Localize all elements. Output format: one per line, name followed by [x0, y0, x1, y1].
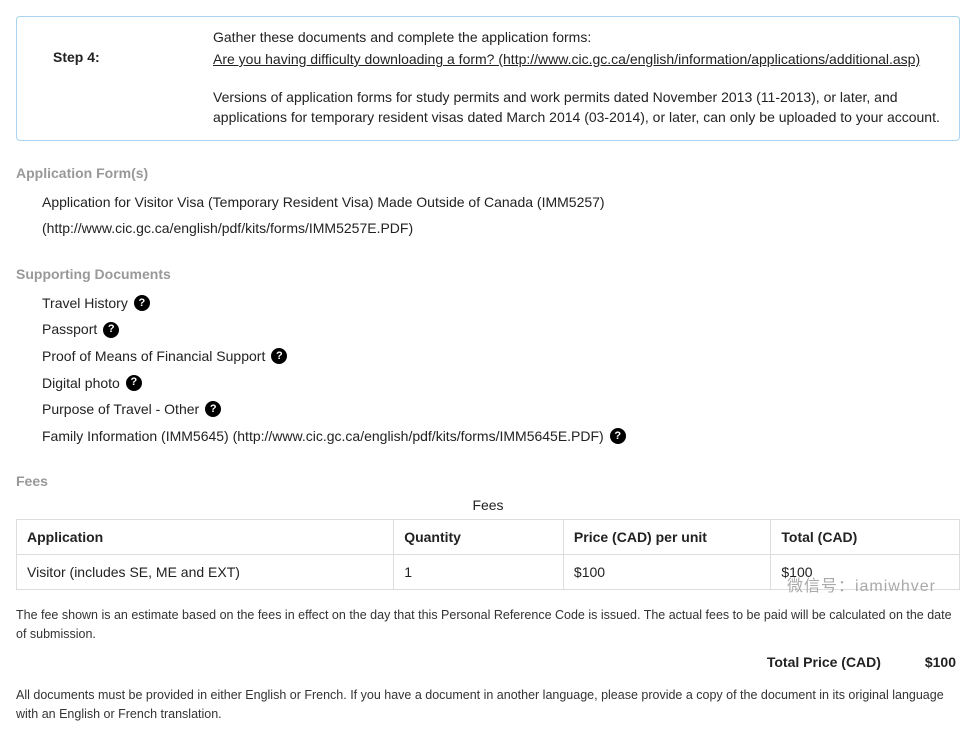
help-icon[interactable]: ? [610, 428, 626, 444]
gather-instruction: Gather these documents and complete the … [213, 29, 943, 45]
list-item: Passport ? [42, 316, 960, 343]
list-item: Family Information (IMM5645) (http://www… [42, 423, 960, 450]
total-price-label: Total Price (CAD) [767, 654, 881, 670]
list-item: Digital photo ? [42, 370, 960, 397]
application-form-item: Application for Visitor Visa (Temporary … [42, 189, 960, 242]
col-header-quantity: Quantity [394, 520, 564, 555]
cell-quantity: 1 [394, 555, 564, 590]
help-icon[interactable]: ? [103, 322, 119, 338]
doc-label: Family Information (IMM5645) (http://www… [42, 423, 604, 450]
step-body: Gather these documents and complete the … [213, 29, 943, 128]
supporting-docs-title: Supporting Documents [16, 266, 960, 282]
step-4-box: Step 4: Gather these documents and compl… [16, 16, 960, 141]
version-note: Versions of application forms for study … [213, 87, 943, 128]
list-item: Travel History ? [42, 290, 960, 317]
help-icon[interactable]: ? [134, 295, 150, 311]
supporting-docs-list: Travel History ? Passport ? Proof of Mea… [42, 290, 960, 450]
col-header-total: Total (CAD) [771, 520, 960, 555]
doc-label: Travel History [42, 290, 128, 317]
help-icon[interactable]: ? [205, 401, 221, 417]
cell-application: Visitor (includes SE, ME and EXT) [17, 555, 394, 590]
doc-label: Purpose of Travel - Other [42, 396, 199, 423]
help-icon[interactable]: ? [126, 375, 142, 391]
cell-unit-price: $100 [563, 555, 770, 590]
col-header-application: Application [17, 520, 394, 555]
fees-table: Application Quantity Price (CAD) per uni… [16, 519, 960, 590]
total-price-value: $100 [925, 654, 956, 670]
doc-label: Proof of Means of Financial Support [42, 343, 265, 370]
fees-section-title: Fees [16, 473, 960, 489]
doc-label: Passport [42, 316, 97, 343]
col-header-price-per-unit: Price (CAD) per unit [563, 520, 770, 555]
language-requirement-note: All documents must be provided in either… [16, 686, 960, 724]
doc-label: Digital photo [42, 370, 120, 397]
help-icon[interactable]: ? [271, 348, 287, 364]
list-item: Proof of Means of Financial Support ? [42, 343, 960, 370]
table-header-row: Application Quantity Price (CAD) per uni… [17, 520, 960, 555]
fees-table-caption: Fees [16, 497, 960, 513]
fee-estimate-note: The fee shown is an estimate based on th… [16, 606, 960, 644]
total-price-row: Total Price (CAD) $100 [16, 654, 960, 670]
application-forms-title: Application Form(s) [16, 165, 960, 181]
table-row: Visitor (includes SE, ME and EXT) 1 $100… [17, 555, 960, 590]
list-item: Purpose of Travel - Other ? [42, 396, 960, 423]
step-label: Step 4: [33, 29, 193, 65]
download-help-link[interactable]: Are you having difficulty downloading a … [213, 51, 920, 67]
cell-total: $100 [771, 555, 960, 590]
